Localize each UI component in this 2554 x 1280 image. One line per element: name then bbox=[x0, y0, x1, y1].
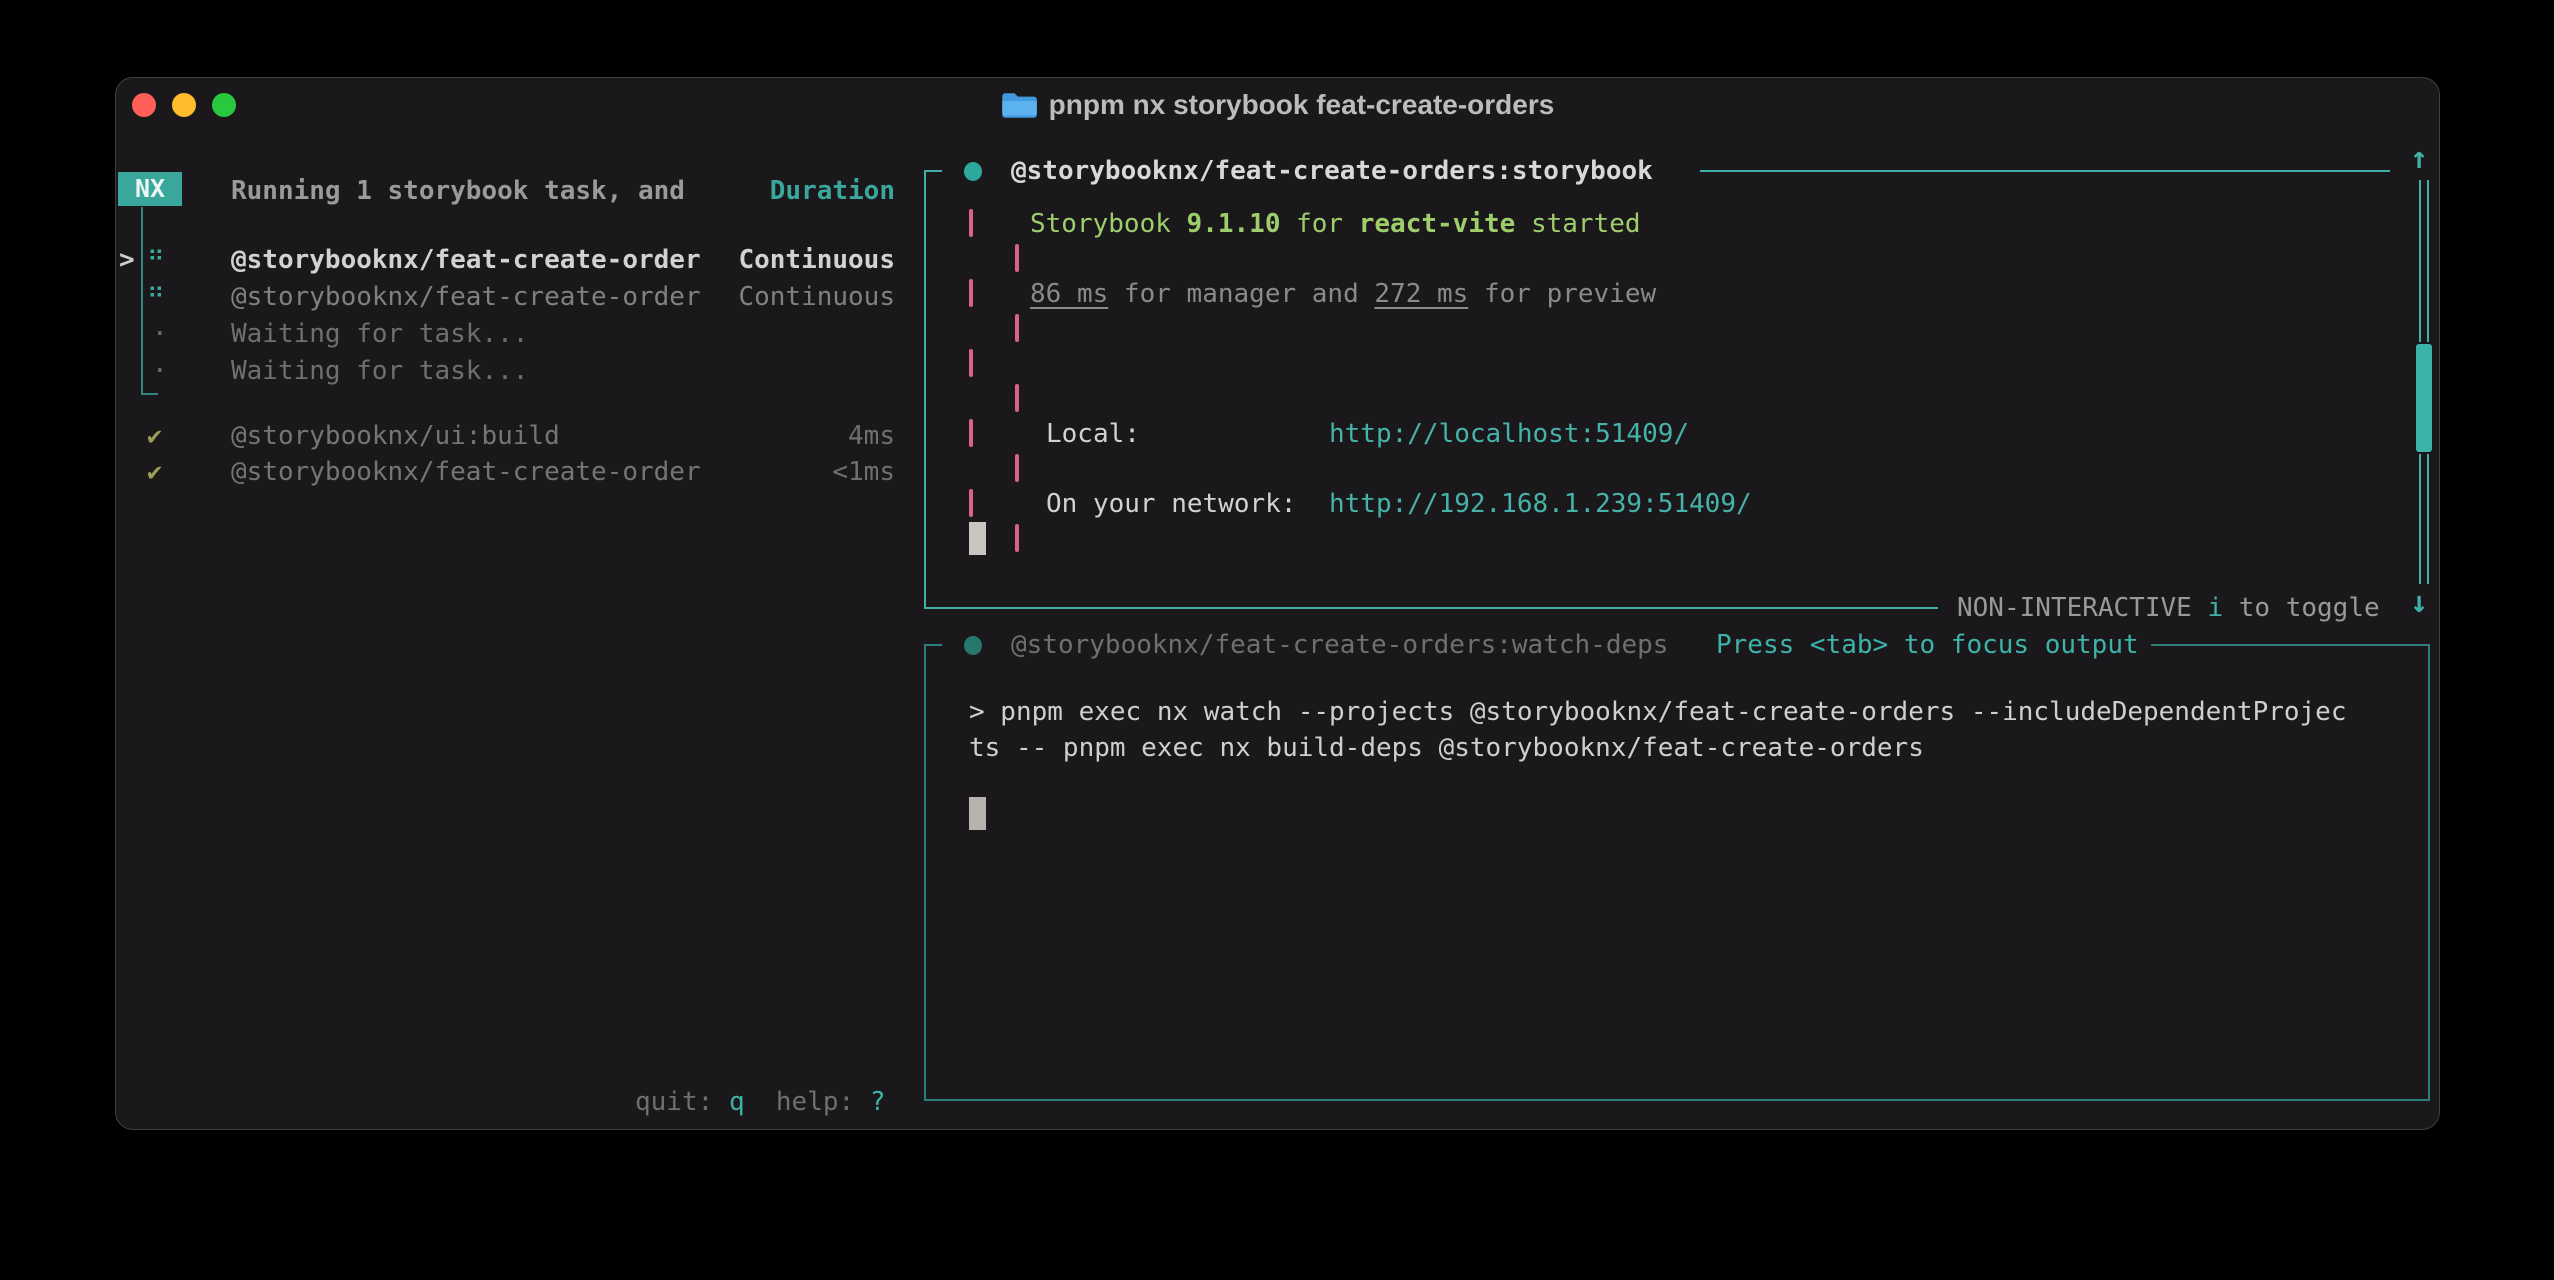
output-line bbox=[969, 451, 2439, 486]
bottom-panel-border-top bbox=[2151, 644, 2430, 646]
close-button[interactable] bbox=[132, 93, 156, 117]
task-name: @storybooknx/ui:build bbox=[231, 419, 560, 453]
task-name: Waiting for task... bbox=[231, 317, 528, 351]
task-row[interactable]: Waiting for task... bbox=[231, 354, 895, 388]
bottom-panel-border-right bbox=[2428, 644, 2430, 1101]
progress-bar-icon bbox=[1015, 244, 1019, 272]
local-url-link[interactable]: http://localhost:51409/ bbox=[1329, 417, 1689, 451]
bottom-panel-title: @storybooknx/feat-create-orders:watch-de… bbox=[1011, 628, 1668, 662]
help-label: help: bbox=[776, 1087, 854, 1117]
output-line: 86 ms for manager and 272 ms for preview bbox=[969, 276, 2439, 311]
task-name: Waiting for task... bbox=[231, 354, 528, 388]
toggle-suffix: to toggle bbox=[2223, 593, 2380, 623]
scrollbar-thumb[interactable] bbox=[2416, 344, 2432, 452]
output-line bbox=[969, 521, 2439, 556]
quit-key: q bbox=[729, 1087, 745, 1117]
spinner-icon: ⠛ bbox=[147, 243, 165, 277]
task-name: @storybooknx/feat-create-order bbox=[231, 280, 701, 314]
desktop-background: pnpm nx storybook feat-create-orders NX … bbox=[0, 0, 2554, 1280]
output-line: Storybook 9.1.10 for react-vite started bbox=[969, 206, 2439, 241]
completed-task-row[interactable]: @storybooknx/feat-create-order <1ms bbox=[231, 455, 895, 489]
interactivity-status-bar: NON-INTERACTIVE i to toggle bbox=[1957, 591, 2380, 625]
top-panel-border-bottom bbox=[924, 607, 1938, 609]
toggle-key: i bbox=[2207, 593, 2223, 623]
output-line bbox=[969, 241, 2439, 276]
scroll-up-arrow-icon[interactable]: ↑ bbox=[2410, 142, 2428, 176]
network-label: On your network: bbox=[1046, 487, 1296, 521]
keybinding-footer: quit: q help: ? bbox=[635, 1085, 886, 1119]
bottom-panel-border-stub bbox=[924, 644, 942, 646]
duration-column-header: Duration bbox=[770, 174, 895, 208]
top-panel-border-left bbox=[924, 170, 926, 609]
build-timing-line: 86 ms for manager and 272 ms for preview bbox=[1030, 277, 1656, 311]
output-line bbox=[969, 381, 2439, 416]
terminal-window: pnpm nx storybook feat-create-orders NX … bbox=[115, 77, 2440, 1130]
terminal-cursor bbox=[969, 797, 986, 830]
progress-bar-icon bbox=[1015, 314, 1019, 342]
completed-task-row[interactable]: @storybooknx/ui:build 4ms bbox=[231, 419, 895, 453]
bottom-panel-border-bottom bbox=[924, 1099, 2430, 1101]
progress-bar-icon bbox=[969, 419, 973, 447]
task-name: @storybooknx/feat-create-order bbox=[231, 243, 701, 277]
nx-logo-badge: NX bbox=[118, 172, 182, 206]
progress-bar-icon bbox=[1015, 384, 1019, 412]
task-list-header: Running 1 storybook task, and Duration bbox=[231, 174, 895, 208]
command-line: ts -- pnpm exec nx build-deps @storybook… bbox=[969, 731, 1924, 765]
zoom-button[interactable] bbox=[212, 93, 236, 117]
progress-bar-icon bbox=[969, 349, 973, 377]
output-line bbox=[969, 311, 2439, 346]
scrollbar-track[interactable] bbox=[2419, 180, 2429, 342]
progress-bar-icon bbox=[969, 279, 973, 307]
top-panel-title: @storybooknx/feat-create-orders:storyboo… bbox=[1011, 154, 1653, 188]
spinner-icon: ⠛ bbox=[147, 280, 165, 314]
quit-label: quit: bbox=[635, 1087, 713, 1117]
network-url-link[interactable]: http://192.168.1.239:51409/ bbox=[1329, 487, 1752, 521]
task-name: @storybooknx/feat-create-order bbox=[231, 455, 701, 489]
task-status: Continuous bbox=[738, 280, 895, 314]
task-row[interactable]: Waiting for task... bbox=[231, 317, 895, 351]
progress-bar-icon bbox=[1015, 454, 1019, 482]
pending-dot-icon: · bbox=[152, 354, 168, 388]
bottom-panel-border-left bbox=[924, 644, 926, 1101]
storybook-output: Storybook 9.1.10 for react-vite started … bbox=[969, 206, 2439, 556]
check-icon: ✔ bbox=[147, 419, 162, 453]
running-tasks-label: Running 1 storybook task, and bbox=[231, 174, 685, 208]
task-duration: 4ms bbox=[848, 419, 895, 453]
non-interactive-label: NON-INTERACTIVE bbox=[1957, 593, 2207, 623]
selected-row-caret: > bbox=[119, 243, 135, 277]
command-line: > pnpm exec nx watch --projects @storybo… bbox=[969, 695, 2347, 729]
check-icon: ✔ bbox=[147, 455, 162, 489]
output-line: Local: http://localhost:51409/ bbox=[969, 416, 2439, 451]
focus-output-hint: Press <tab> to focus output bbox=[1716, 628, 2139, 662]
scrollbar-track[interactable] bbox=[2419, 454, 2429, 584]
progress-bar-icon bbox=[969, 209, 973, 237]
help-key: ? bbox=[870, 1087, 886, 1117]
window-title: pnpm nx storybook feat-create-orders bbox=[1049, 89, 1555, 121]
minimize-button[interactable] bbox=[172, 93, 196, 117]
top-panel-border-stub bbox=[924, 170, 942, 172]
task-group-line-foot bbox=[141, 393, 158, 395]
output-line: On your network: http://192.168.1.239:51… bbox=[969, 486, 2439, 521]
top-panel-border-top bbox=[1700, 170, 2390, 172]
task-group-line bbox=[141, 207, 143, 395]
running-status-dot-icon bbox=[964, 162, 982, 181]
pending-dot-icon: · bbox=[152, 317, 168, 351]
task-duration: <1ms bbox=[832, 455, 895, 489]
progress-bar-icon bbox=[969, 489, 973, 517]
terminal-cursor bbox=[969, 522, 986, 555]
output-line bbox=[969, 346, 2439, 381]
task-row[interactable]: @storybooknx/feat-create-order Continuou… bbox=[231, 280, 895, 314]
titlebar: pnpm nx storybook feat-create-orders bbox=[116, 78, 2439, 132]
progress-bar-icon bbox=[1015, 524, 1019, 552]
idle-status-dot-icon bbox=[964, 636, 982, 655]
storybook-started-line: Storybook 9.1.10 for react-vite started bbox=[1030, 207, 1641, 241]
task-row[interactable]: @storybooknx/feat-create-order Continuou… bbox=[231, 243, 895, 277]
task-status: Continuous bbox=[738, 243, 895, 277]
local-label: Local: bbox=[1046, 417, 1140, 451]
folder-icon bbox=[1001, 91, 1037, 120]
scroll-down-arrow-icon[interactable]: ↓ bbox=[2410, 586, 2428, 620]
